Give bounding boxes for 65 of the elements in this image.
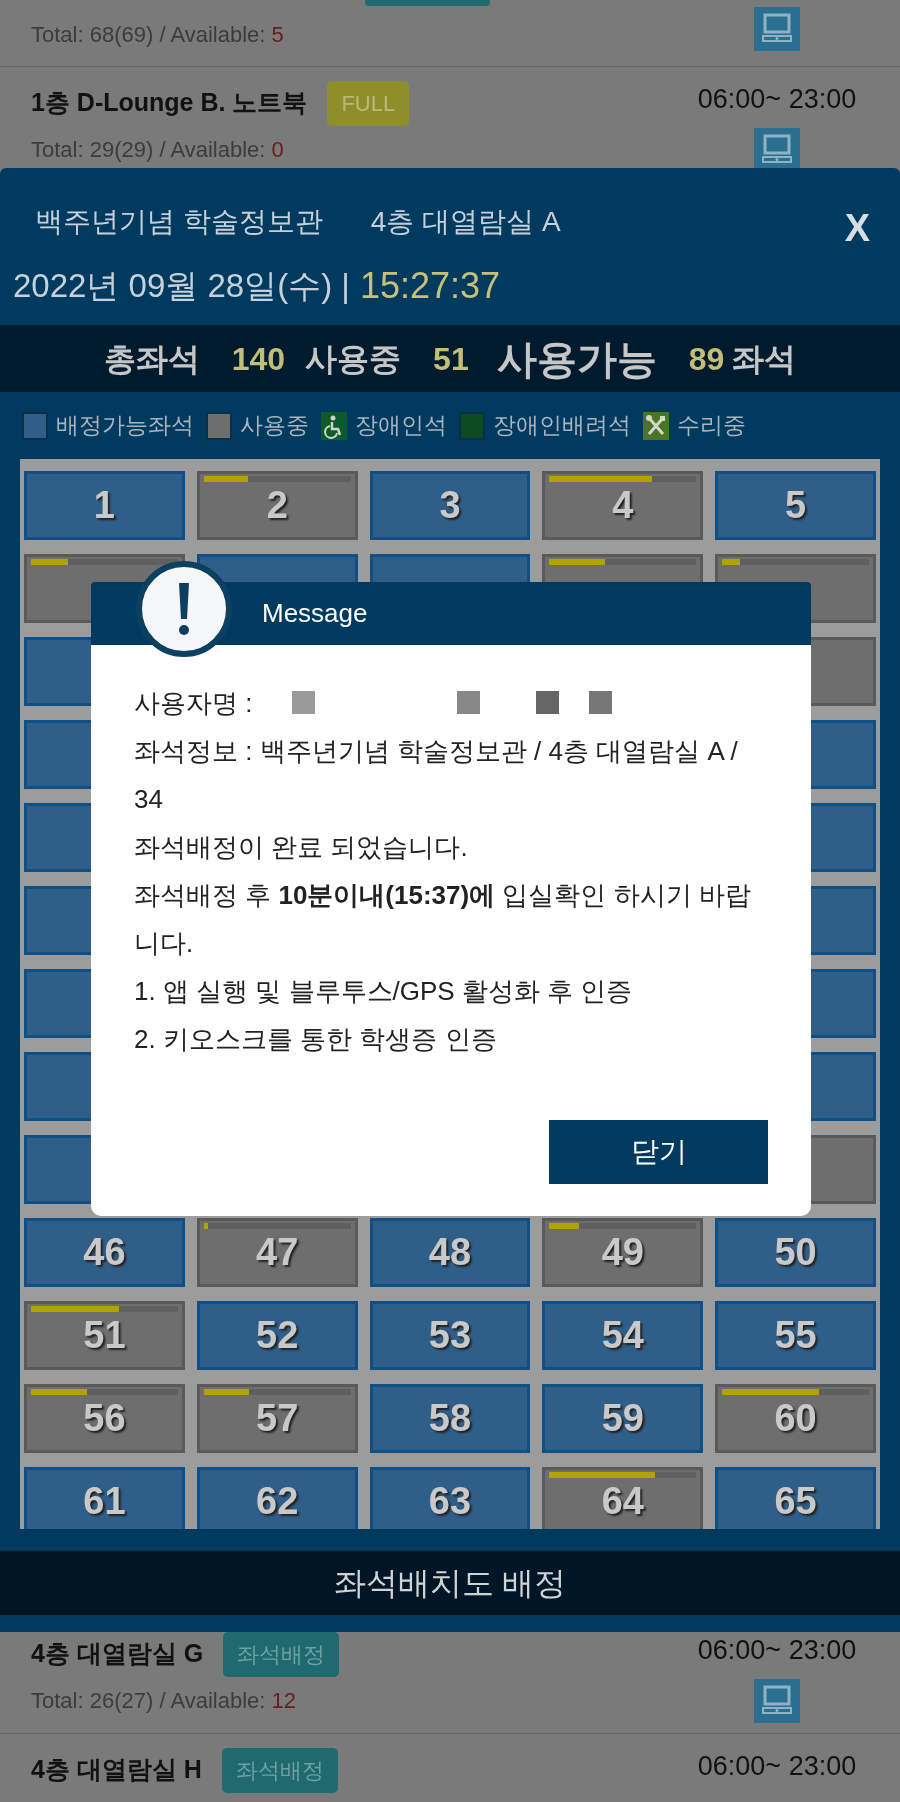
seat[interactable]: 4 <box>542 471 704 540</box>
seat-count: Total: 29(29) / Available: 0 <box>31 136 285 164</box>
legend-label: 배정가능좌석 <box>56 411 194 441</box>
assign-seat-button[interactable]: 좌석배치도 배정 <box>0 1551 900 1615</box>
seat[interactable]: 62 <box>196 1467 358 1529</box>
summary-label: 총좌석 <box>103 339 200 379</box>
room-title: 4층 대열람실 H <box>31 1754 202 1786</box>
opening-hours: 06:00~ 23:00 <box>697 1634 857 1667</box>
seat-count: Total: 68(69) / Available: 5 <box>31 21 285 49</box>
opening-hours: 06:00~ 23:00 <box>697 1750 857 1783</box>
status-badge: 좌석배정 <box>223 1631 340 1677</box>
legend-label: 사용중 <box>240 411 309 441</box>
close-button[interactable]: 닫기 <box>549 1120 768 1184</box>
seat[interactable]: 61 <box>24 1467 185 1529</box>
summary-count: 89 <box>688 339 725 379</box>
seat[interactable]: 63 <box>369 1467 531 1529</box>
message-text: 좌석정보 : 백주년기념 학술정보관 / 4층 대열람실 A / 34 <box>134 735 739 816</box>
seat[interactable]: 59 <box>542 1384 704 1453</box>
legend-label: 장애인배려석 <box>493 411 631 441</box>
message-text: 2. 키오스크를 통한 학생증 인증 <box>134 1023 497 1056</box>
seat[interactable]: 1 <box>24 471 185 540</box>
seat[interactable]: 5 <box>715 471 876 540</box>
status-badge: 좌석배정 <box>221 1747 338 1793</box>
seat[interactable]: 58 <box>369 1384 531 1453</box>
clock-time: 15:27:37 <box>359 264 501 308</box>
building-name: 백주년기념 학술정보관 <box>35 204 323 239</box>
seat[interactable]: 46 <box>24 1218 185 1287</box>
seat[interactable]: 55 <box>715 1301 876 1370</box>
seat[interactable]: 51 <box>24 1301 185 1370</box>
seat[interactable]: 65 <box>715 1467 876 1529</box>
message-text: 사용자명 : <box>134 687 253 720</box>
message-text: 1. 앱 실행 및 블루투스/GPS 활성화 후 인증 <box>134 975 633 1008</box>
seat-count: Total: 26(27) / Available: 12 <box>31 1687 297 1715</box>
close-button[interactable]: X <box>844 200 870 257</box>
seat[interactable]: 50 <box>715 1218 876 1287</box>
seat[interactable]: 64 <box>542 1467 704 1529</box>
room-name: 4층 대열람실 A <box>370 204 561 239</box>
message-text: 좌석배정 후 10분이내(15:37)에 입실확인 하시기 바랍니다. <box>134 879 752 960</box>
summary-label: 사용가능 <box>496 335 657 383</box>
room-title: 4층 대열람실 G <box>31 1638 204 1670</box>
seat[interactable]: 60 <box>715 1384 876 1453</box>
seat[interactable]: 3 <box>369 471 531 540</box>
seat[interactable]: 48 <box>369 1218 531 1287</box>
seat[interactable]: 2 <box>196 471 358 540</box>
seat[interactable]: 52 <box>196 1301 358 1370</box>
message-text: 좌석배정이 완료 되었습니다. <box>134 831 468 864</box>
date-text: 2022년 09월 28일(수) | <box>13 266 350 307</box>
monitor-icon[interactable] <box>754 1678 800 1723</box>
summary-count: 51 <box>433 339 469 379</box>
seat[interactable]: 57 <box>196 1384 358 1453</box>
summary-count: 140 <box>231 339 286 379</box>
summary-label: 사용중 <box>305 339 402 379</box>
room-title: 1층 D-Lounge B. 노트북 <box>31 87 308 119</box>
legend-label: 수리중 <box>677 411 746 441</box>
monitor-icon[interactable] <box>754 7 800 51</box>
seat[interactable]: 47 <box>196 1218 358 1287</box>
dialog-title: Message <box>262 597 368 630</box>
seat[interactable]: 49 <box>542 1218 704 1287</box>
summary-label: 좌석 <box>732 339 797 379</box>
legend-label: 장애인석 <box>355 411 447 441</box>
seat[interactable]: 56 <box>24 1384 185 1453</box>
status-badge: FULL <box>327 80 410 126</box>
seat[interactable]: 53 <box>369 1301 531 1370</box>
opening-hours: 06:00~ 23:00 <box>697 83 857 116</box>
seat[interactable]: 54 <box>542 1301 704 1370</box>
